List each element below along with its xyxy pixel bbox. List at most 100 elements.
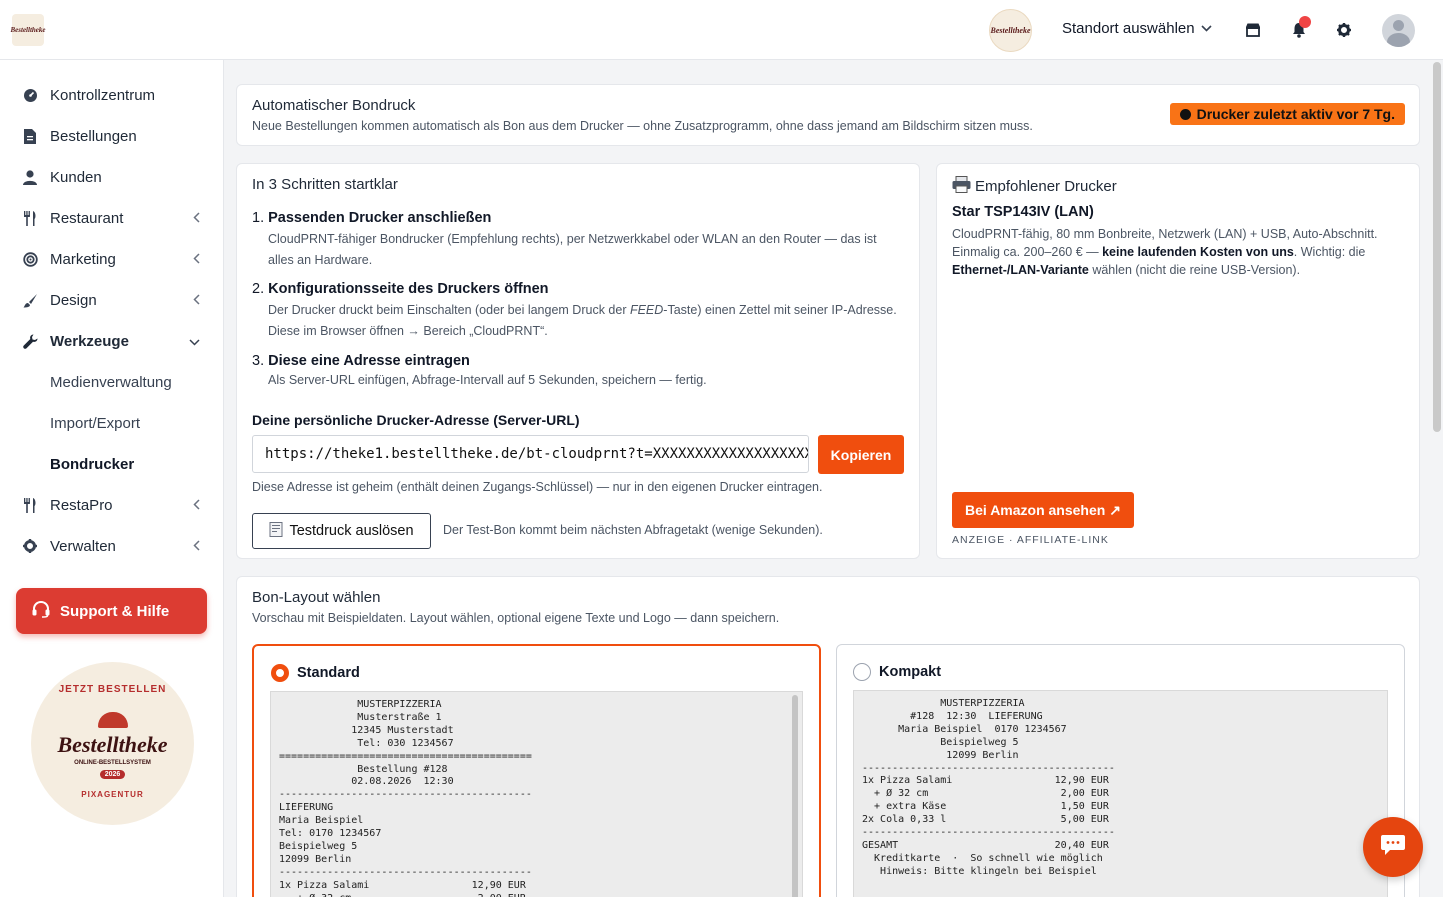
sidebar-item-marketing[interactable]: Marketing xyxy=(0,239,224,279)
copy-button-label: Kopieren xyxy=(830,446,892,463)
printer-card: Empfohlener Drucker Star TSP143IV (LAN) … xyxy=(936,163,1420,559)
layout-option-label: Kompakt xyxy=(879,664,942,680)
sidebar-subitem-import-export[interactable]: Import/Export xyxy=(50,403,140,443)
gauge-icon xyxy=(22,87,38,103)
layout-option-label: Standard xyxy=(297,665,360,681)
sidebar-item-label: Marketing xyxy=(50,250,116,268)
copy-button[interactable]: Kopieren xyxy=(818,435,904,474)
store-icon[interactable] xyxy=(1241,18,1265,42)
brand-badge-subtitle: ONLINE-BESTELLSYSTEM xyxy=(74,760,151,766)
brand-badge-bottom: PIXAGENTUR xyxy=(81,790,144,799)
steps-card-title: In 3 Schritten startklar xyxy=(252,176,398,193)
sidebar-item-label: Restaurant xyxy=(50,209,124,227)
steps-card: In 3 Schritten startklar 1. Passenden Dr… xyxy=(236,163,920,559)
step-2: 2. Konfigurationsseite des Druckers öffn… xyxy=(252,281,902,342)
sidebar-item-design[interactable]: Design xyxy=(0,280,224,320)
wrench-icon xyxy=(22,333,38,349)
sidebar-item-kunden[interactable]: Kunden xyxy=(0,157,224,197)
notification-badge xyxy=(1299,16,1311,28)
chevron-left-icon xyxy=(193,211,200,226)
chevron-down-icon xyxy=(189,334,200,349)
sidebar-item-label: Bestellungen xyxy=(50,127,137,145)
receipt-preview-kompakt: MUSTERPIZZERIA #128 12:30 LIEFERUNG Mari… xyxy=(853,690,1388,897)
sidebar-item-werkzeuge[interactable]: Werkzeuge xyxy=(0,321,224,361)
layout-card: Bon-Layout wählen Vorschau mit Beispield… xyxy=(236,576,1420,897)
server-url-hint: Diese Adresse ist geheim (enthält deinen… xyxy=(252,480,823,494)
chat-button[interactable] xyxy=(1363,817,1423,877)
chevron-down-icon xyxy=(1201,23,1212,35)
brand-badge-year: 2026 xyxy=(99,770,126,779)
sidebar: Kontrollzentrum Bestellungen Kunden Rest… xyxy=(0,60,224,897)
layout-radio-standard[interactable] xyxy=(271,664,289,682)
status-badge: Drucker zuletzt aktiv vor 7 Tg. xyxy=(1169,103,1405,125)
chevron-left-icon xyxy=(193,252,200,267)
printer-model: Star TSP143IV (LAN) xyxy=(952,204,1094,220)
sidebar-subitem-label: Medienverwaltung xyxy=(50,373,172,391)
page-title: Automatischer Bondruck xyxy=(252,97,416,114)
amazon-button-label: Bei Amazon ansehen ↗ xyxy=(965,501,1121,518)
location-badge-text: Bestelltheke xyxy=(990,26,1031,35)
sidebar-item-verwalten[interactable]: Verwalten xyxy=(0,526,224,566)
layout-card-title: Bon-Layout wählen xyxy=(252,589,381,606)
sidebar-subitem-label: Import/Export xyxy=(50,414,141,432)
printer-description: CloudPRNT-fähig, 80 mm Bonbreite, Netzwe… xyxy=(952,227,1378,277)
sidebar-item-label: Kunden xyxy=(50,168,102,186)
step-title: Diese eine Adresse eintragen xyxy=(268,353,470,369)
step-number: 2. xyxy=(252,281,265,297)
printer-icon xyxy=(952,176,971,197)
status-badge-label: Drucker zuletzt aktiv vor 7 Tg. xyxy=(1196,106,1395,122)
step-title: Konfigurationsseite des Druckers öffnen xyxy=(268,281,549,297)
auto-print-card: Automatischer Bondruck Neue Bestellungen… xyxy=(236,84,1420,146)
gear-icon xyxy=(22,538,38,554)
step-description: Der Drucker druckt beim Einschalten (ode… xyxy=(268,303,897,338)
chat-bubble-icon xyxy=(1380,834,1406,861)
gear-icon[interactable] xyxy=(1332,18,1356,42)
utensils-icon xyxy=(22,497,38,513)
sidebar-item-restaurant[interactable]: Restaurant xyxy=(0,198,224,238)
affiliate-label: ANZEIGE · AFFILIATE-LINK xyxy=(952,534,1109,546)
sidebar-subitem-label: Bondrucker xyxy=(50,455,135,473)
app-logo-text: Bestelltheke xyxy=(10,26,46,34)
chevron-left-icon xyxy=(193,539,200,554)
avatar[interactable] xyxy=(1382,14,1415,47)
test-print-button[interactable]: Testdruck auslösen xyxy=(252,513,431,549)
headset-icon xyxy=(32,600,50,622)
top-bar: Bestelltheke Bestelltheke Standort auswä… xyxy=(0,0,1443,60)
step-number: 3. xyxy=(252,353,265,369)
sidebar-item-label: Werkzeuge xyxy=(50,332,129,350)
brush-icon xyxy=(22,292,38,308)
layout-option-standard[interactable]: Standard MUSTERPIZZERIA Musterstraße 1 1… xyxy=(252,644,821,897)
cloche-icon xyxy=(97,712,128,728)
layout-option-kompakt[interactable]: Kompakt MUSTERPIZZERIA #128 12:30 LIEFER… xyxy=(836,644,1405,897)
brand-badge-top: JETZT BESTELLEN xyxy=(58,684,167,695)
sidebar-item-label: Kontrollzentrum xyxy=(50,86,156,104)
receipt-scrollbar[interactable] xyxy=(792,695,798,897)
target-icon xyxy=(22,251,38,267)
status-dot-icon xyxy=(1179,108,1191,120)
step-description: CloudPRNT-fähiger Bondrucker (Empfehlung… xyxy=(268,232,877,267)
step-3: 3. Diese eine Adresse eintragen Als Serv… xyxy=(252,353,902,391)
document-icon xyxy=(22,128,38,144)
layout-card-description: Vorschau mit Beispieldaten. Layout wähle… xyxy=(252,611,780,625)
utensils-icon xyxy=(22,210,38,226)
step-1: 1. Passenden Drucker anschließen CloudPR… xyxy=(252,210,902,271)
sidebar-subitem-bondrucker[interactable]: Bondrucker xyxy=(50,444,134,484)
sidebar-item-label: Design xyxy=(50,291,97,309)
test-print-hint: Der Test-Bon kommt beim nächsten Abfrage… xyxy=(443,523,823,537)
sidebar-subitem-medienverwaltung[interactable]: Medienverwaltung xyxy=(50,362,172,402)
server-url-field[interactable]: https://theke1.bestelltheke.de/bt-cloudp… xyxy=(252,435,809,473)
sidebar-item-restapro[interactable]: RestaPro xyxy=(0,485,224,525)
step-description: Als Server-URL einfügen, Abfrage-Interva… xyxy=(268,373,707,387)
amazon-button[interactable]: Bei Amazon ansehen ↗ xyxy=(952,492,1134,528)
sidebar-item-label: RestaPro xyxy=(50,496,113,514)
layout-radio-kompakt[interactable] xyxy=(853,663,871,681)
page-scrollbar[interactable] xyxy=(1433,62,1441,432)
location-select[interactable]: Standort auswählen xyxy=(1062,20,1212,37)
sidebar-item-kontrollzentrum[interactable]: Kontrollzentrum xyxy=(0,75,224,115)
server-url-label: Deine persönliche Drucker-Adresse (Serve… xyxy=(252,412,580,428)
sidebar-item-bestellungen[interactable]: Bestellungen xyxy=(0,116,224,156)
support-button[interactable]: Support & Hilfe xyxy=(16,588,207,634)
chevron-left-icon xyxy=(193,498,200,513)
location-badge: Bestelltheke xyxy=(989,9,1032,52)
app-logo[interactable]: Bestelltheke xyxy=(10,14,46,46)
